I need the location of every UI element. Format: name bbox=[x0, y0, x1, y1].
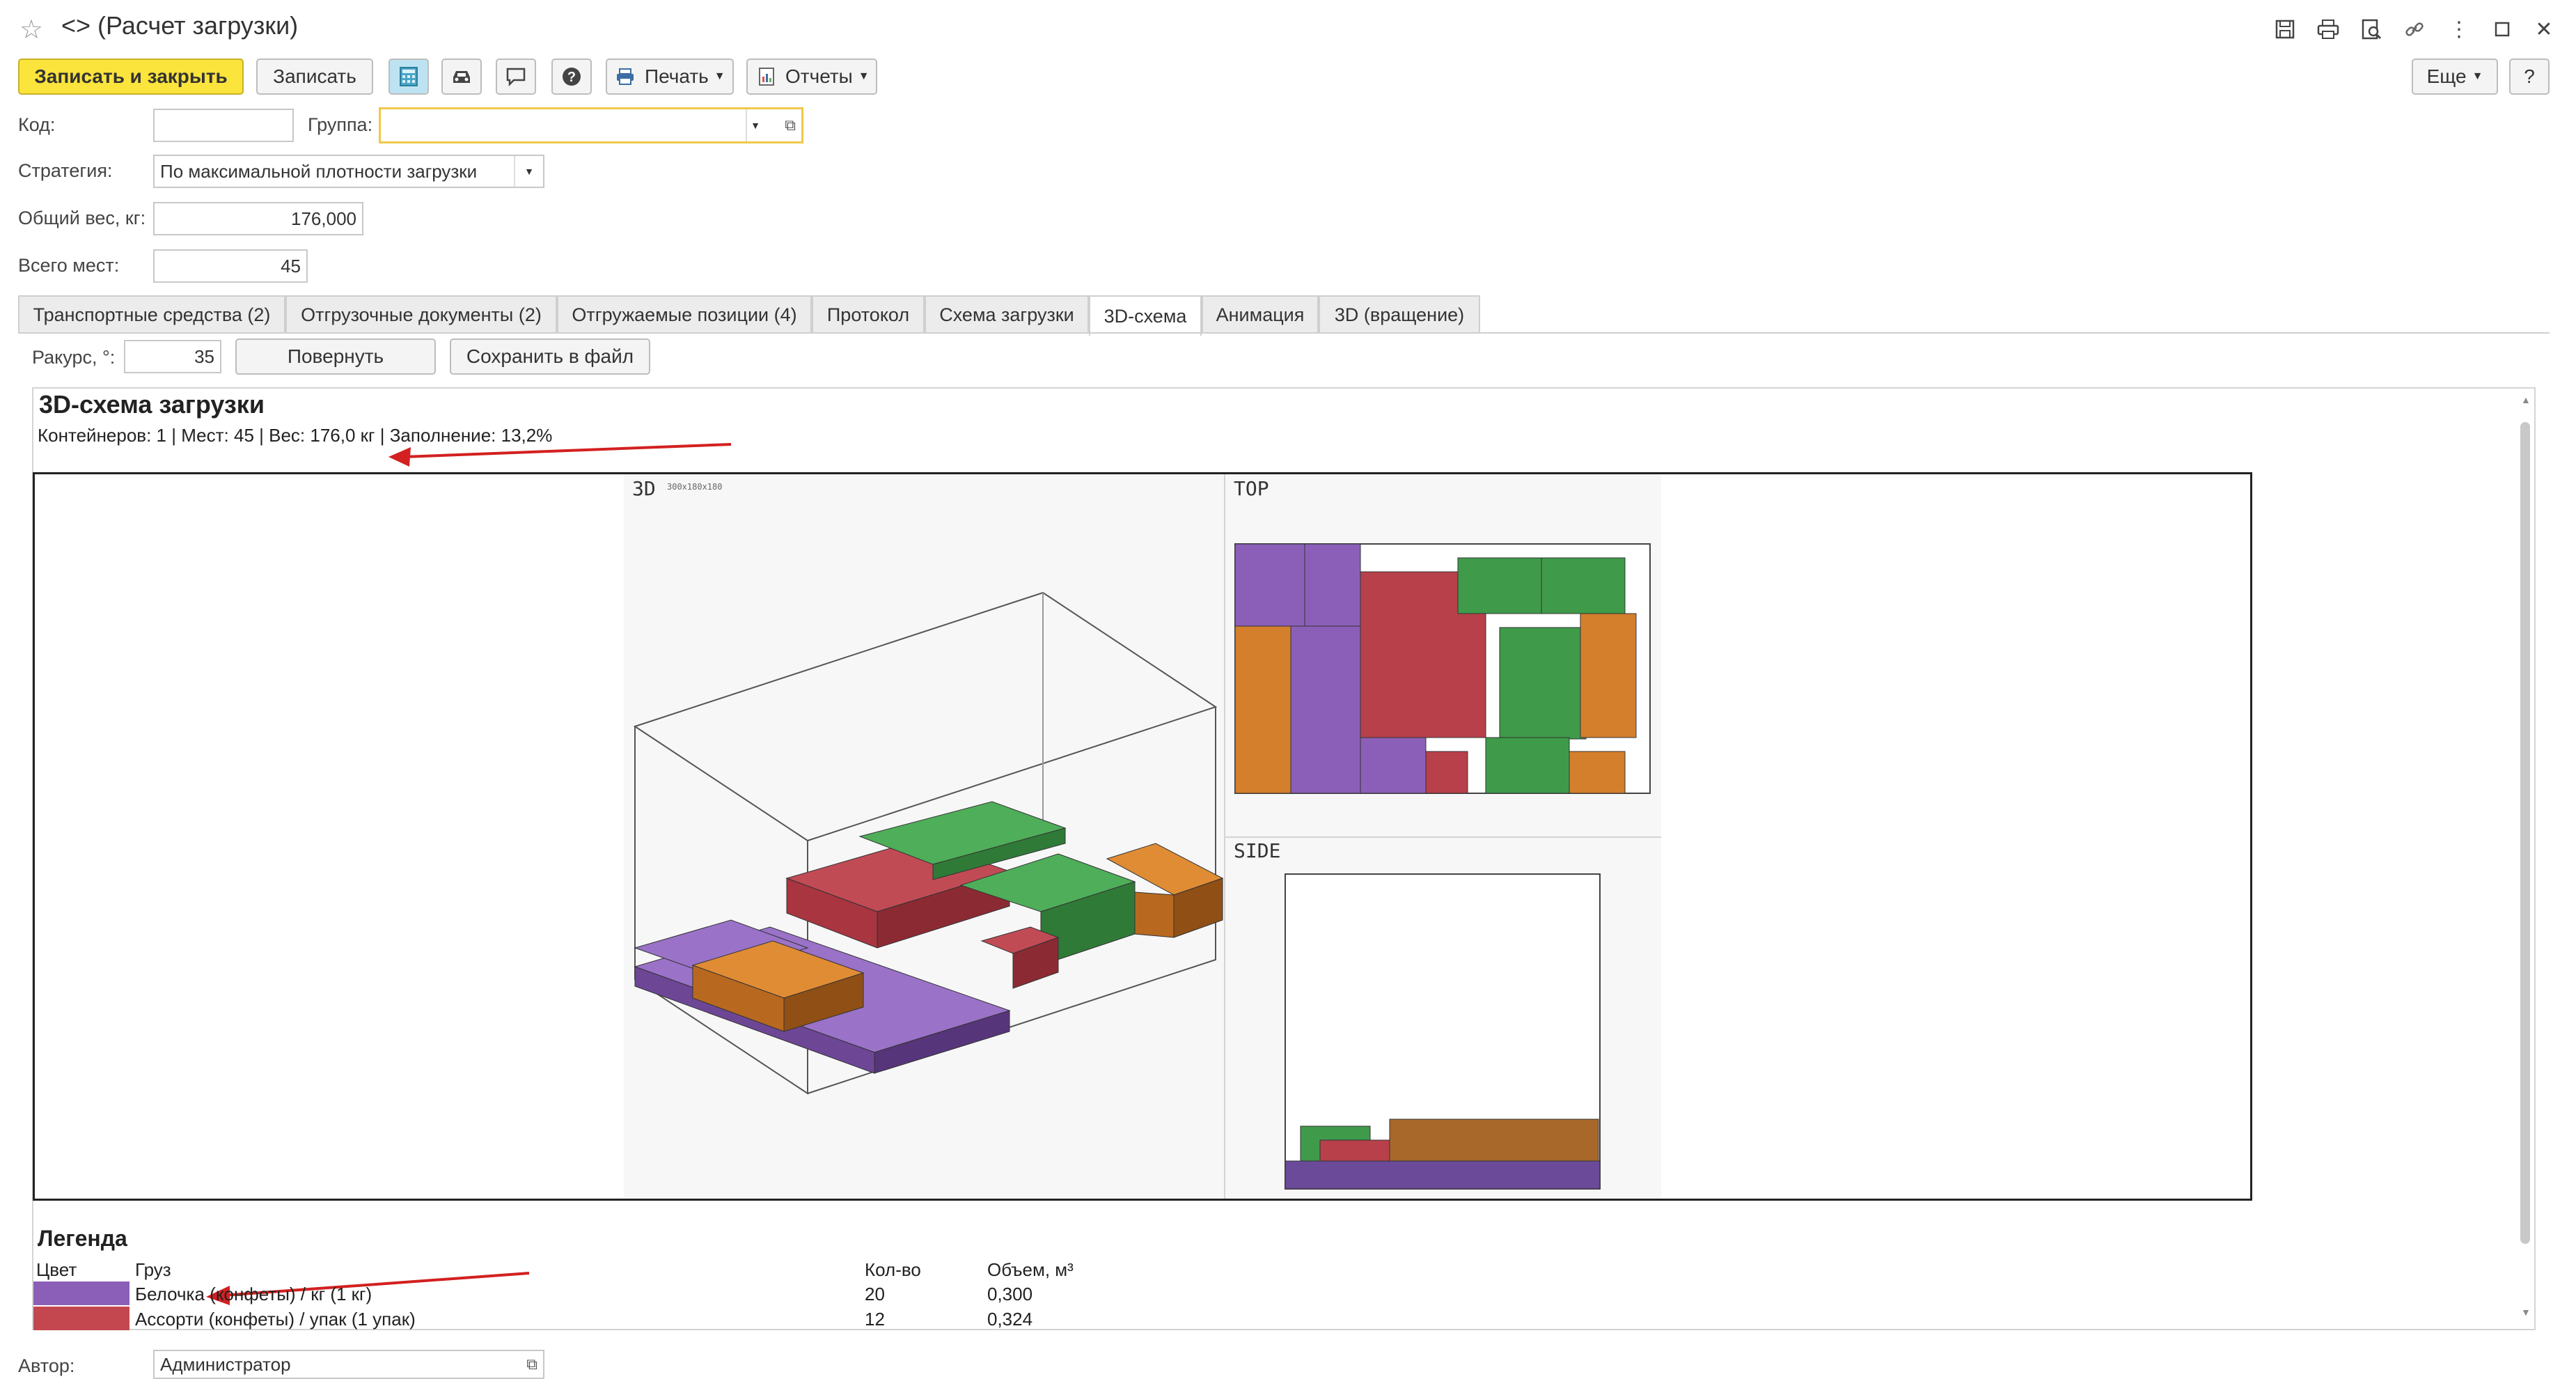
legend-header-color: Цвет bbox=[36, 1259, 77, 1280]
legend-row-qty: 20 bbox=[865, 1284, 885, 1304]
open-link-icon[interactable]: ⧉ bbox=[526, 1355, 537, 1373]
legend-color-swatch bbox=[33, 1281, 129, 1305]
annotation-arrows bbox=[206, 443, 732, 1305]
legend-row-cargo: Ассорти (конфеты) / упак (1 упак) bbox=[135, 1309, 416, 1330]
annotation-arrow-summary bbox=[403, 443, 732, 458]
legend-row-volume: 0,300 bbox=[987, 1284, 1033, 1304]
author-value: Администратор bbox=[160, 1353, 291, 1375]
legend-row-cargo: Белочка (конфеты) / кг (1 кг) bbox=[135, 1284, 372, 1304]
legend-row-qty: 12 bbox=[865, 1309, 885, 1330]
legend-color-swatch bbox=[33, 1307, 129, 1330]
arrowhead-icon bbox=[388, 447, 411, 467]
legend-header-volume: Объем, м³ bbox=[987, 1259, 1074, 1280]
legend-header-cargo: Груз bbox=[135, 1259, 171, 1280]
legend-row-volume: 0,324 bbox=[987, 1309, 1033, 1330]
author-field[interactable]: Администратор ⧉ bbox=[153, 1350, 544, 1379]
legend-header-qty: Кол-во bbox=[865, 1259, 921, 1280]
author-label: Автор: bbox=[18, 1355, 75, 1376]
legend-title: Легенда bbox=[38, 1226, 127, 1251]
